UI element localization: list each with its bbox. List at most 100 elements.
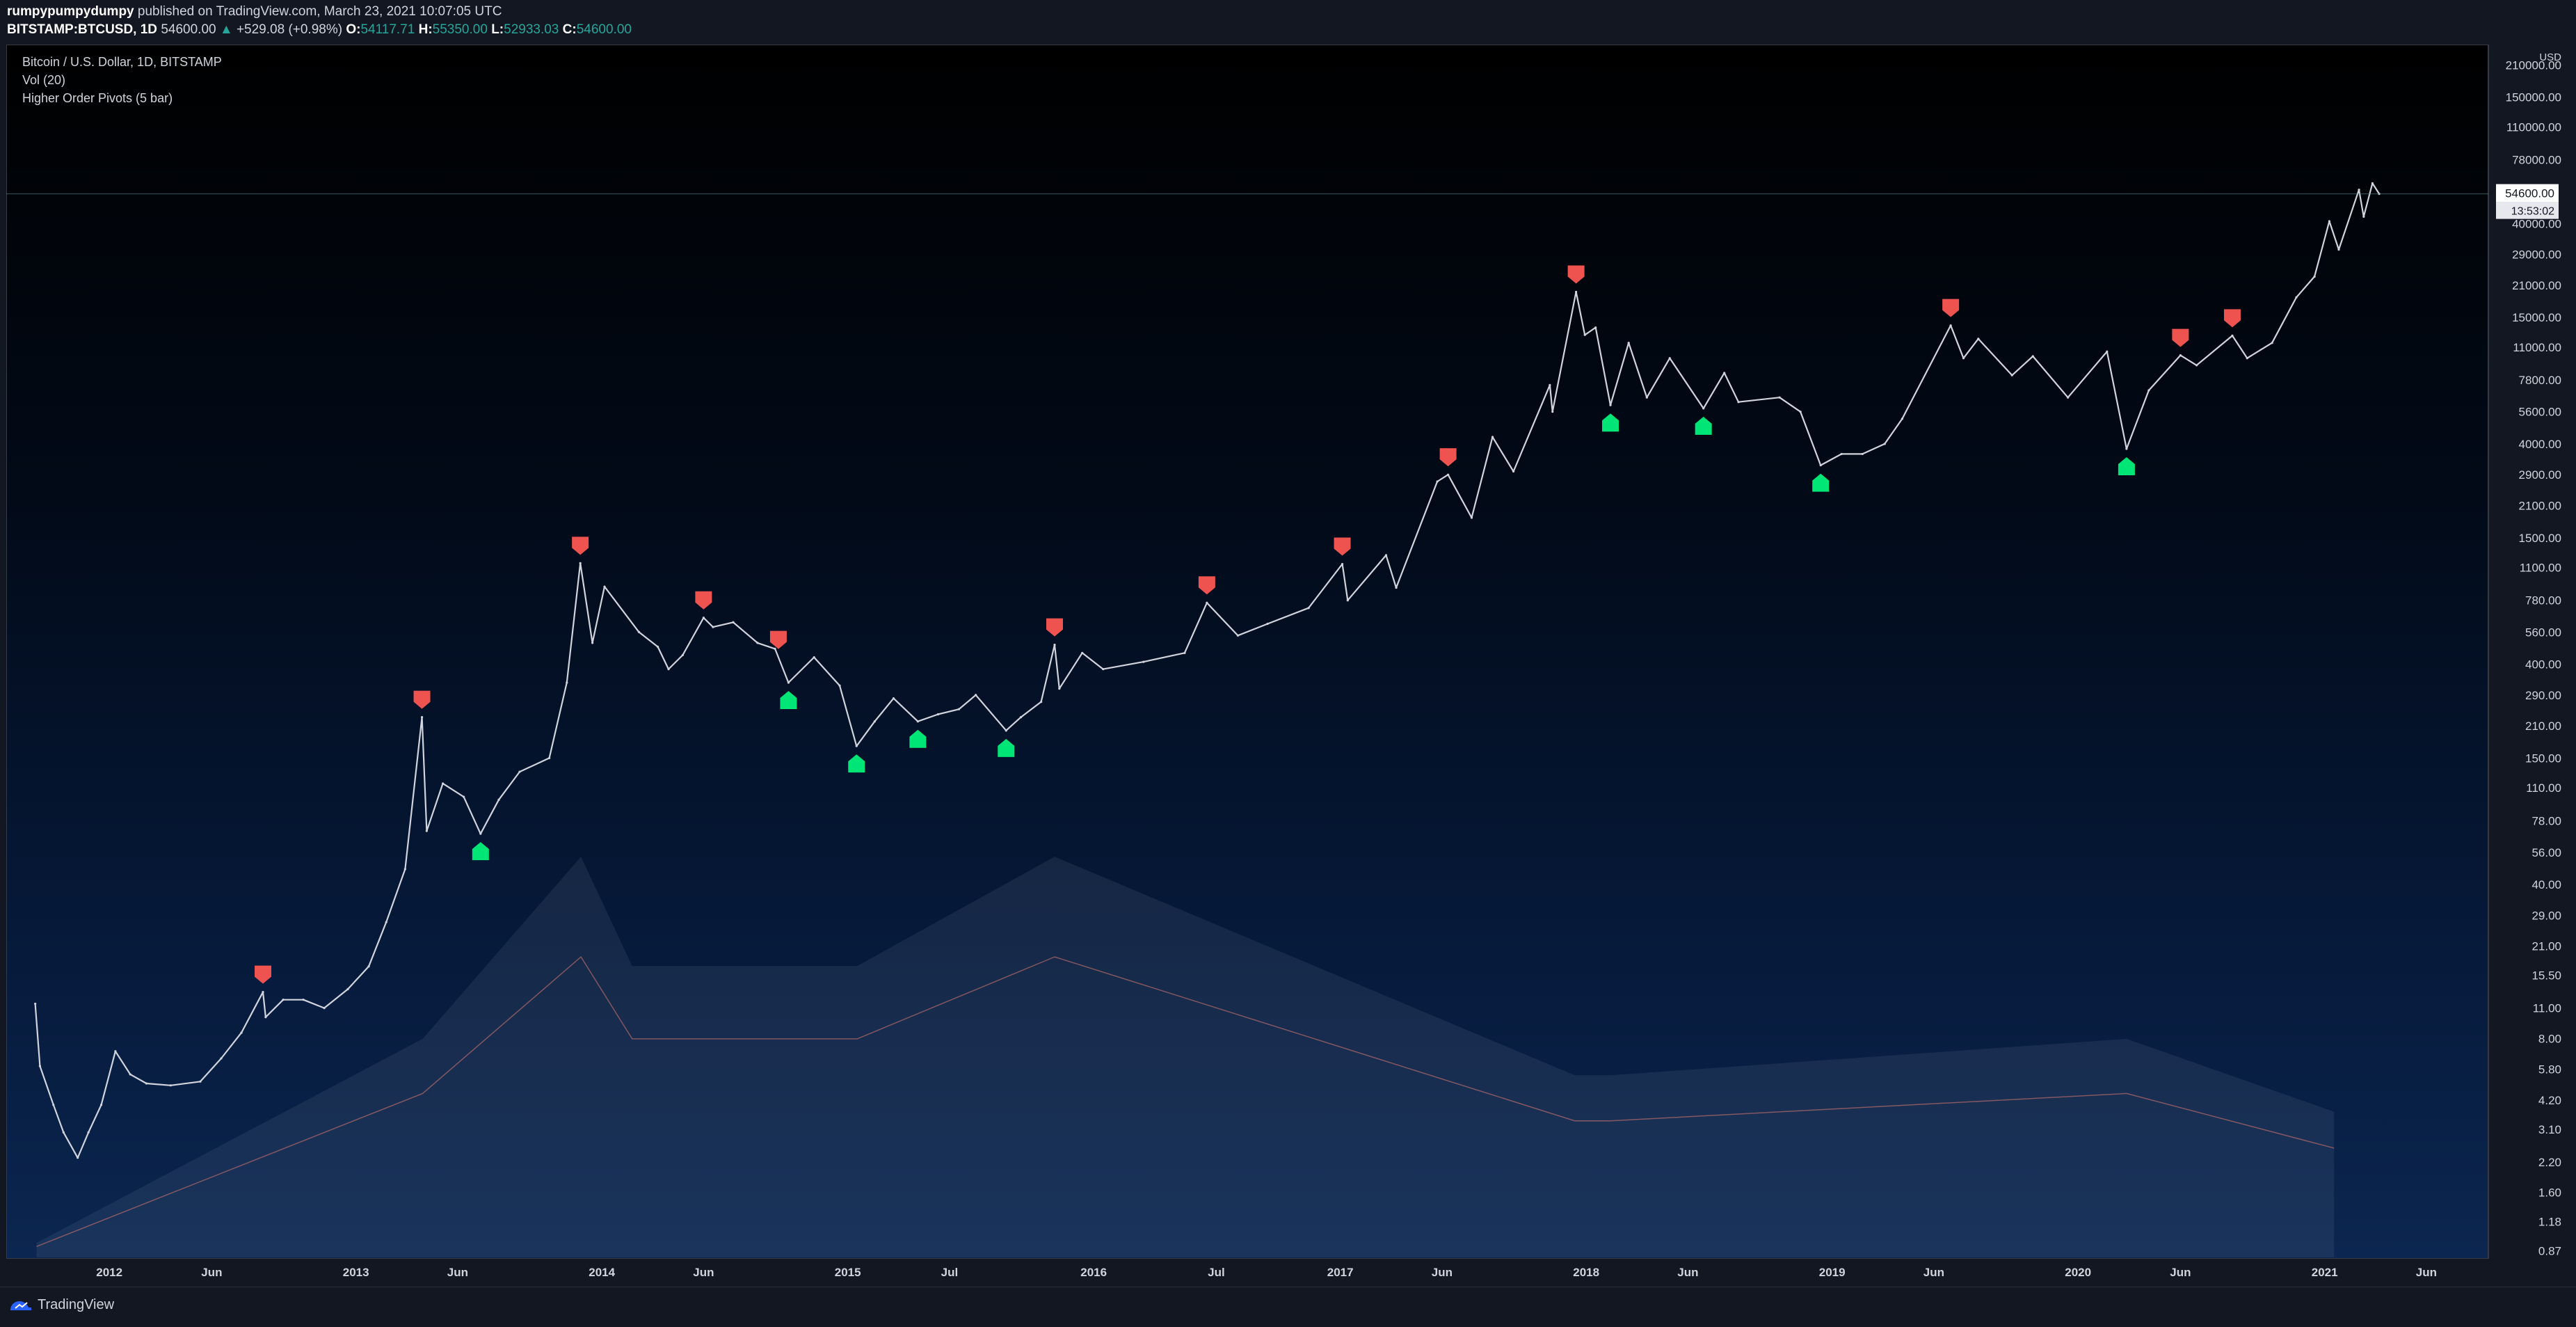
y-tick-label: 40000.00 [2512,217,2561,230]
price-point [497,798,500,801]
price-point [579,562,582,564]
price-point [302,999,305,1001]
x-tick-label: 2017 [1327,1266,1354,1279]
price-point [34,1002,37,1006]
price-point [1861,452,1864,456]
y-tick-label: 1500.00 [2519,532,2561,545]
pivot-low-marker [1812,473,1830,492]
y-tick-label: 2100.00 [2519,500,2561,513]
price-point [264,1016,267,1019]
y-tick-label: 5.80 [2538,1063,2561,1076]
price-point [1977,337,1980,340]
pivot-low-marker [909,729,927,748]
brand-label: TradingView [38,1297,115,1312]
pivot-layer [255,265,2241,984]
price-point [566,681,568,684]
x-tick-label: 2013 [343,1266,369,1279]
price-point [548,756,551,759]
price-point [479,832,482,835]
volume-layer [36,857,2335,1257]
pivot-high-marker [572,537,589,555]
price-point [2271,342,2273,344]
y-tick-label: 21.00 [2531,940,2561,953]
price-point [1183,651,1186,654]
pivot-low-marker [998,738,1015,757]
price-point [1081,651,1084,654]
y-tick-label: 4000.00 [2519,438,2561,451]
price-point [1142,660,1145,663]
price-point [1384,554,1388,557]
y-tick-label: 400.00 [2525,658,2561,672]
price-point [52,1104,55,1106]
price-point [656,645,659,649]
price-point [1702,407,1705,410]
price-point [1436,480,1439,483]
price-point [2337,248,2340,251]
price-point [1609,404,1612,406]
pivot-low-marker [780,690,797,709]
price-point [873,720,877,723]
price-point [1236,634,1240,637]
price-point [2371,182,2374,184]
x-tick-label: 2014 [589,1266,615,1279]
price-point [1512,470,1515,473]
price-point [732,621,735,623]
x-tick-label: Jun [2416,1266,2437,1279]
price-point [681,653,684,657]
y-tick-label: 1100.00 [2520,561,2561,574]
y-tick-label: 110.00 [2526,781,2561,795]
pivot-high-marker [1046,618,1064,637]
x-tick-label: 2021 [2312,1266,2338,1279]
price-point [2313,275,2316,278]
price-point [145,1082,148,1085]
price-point [975,694,977,697]
price-point [77,1157,79,1159]
price-point [2195,364,2198,367]
y-tick-label: 11000.00 [2513,341,2561,354]
price-point [712,626,714,628]
pivot-high-marker [1942,299,1960,317]
price-point [603,585,606,588]
price-point [385,921,387,923]
pivot-high-marker [769,630,787,649]
y-tick-label: 78000.00 [2512,154,2561,167]
price-point [62,1131,65,1134]
price-point [1627,342,1630,344]
price-point [1470,516,1473,519]
price-point [2362,215,2365,218]
price-point [114,1050,117,1053]
price-point [240,1031,243,1034]
price-point [262,991,264,994]
y-tick-label: 150.00 [2525,752,2561,765]
y-tick-label: 290.00 [2525,689,2561,702]
y-tick-label: 4.20 [2538,1094,2561,1107]
price-point [1307,607,1310,610]
pivot-low-marker [848,754,865,773]
price-point [667,667,670,671]
price-point [1819,464,1822,467]
price-point [441,782,445,785]
pivot-high-marker [1334,537,1351,556]
price-point [129,1073,131,1076]
tradingview-brand[interactable]: TradingView [8,1297,114,1313]
x-tick-label: Jun [2170,1266,2191,1279]
price-point [936,713,940,716]
price-point [1447,473,1450,476]
price-point [1549,383,1551,386]
price-point [892,697,895,700]
price-point [38,1065,42,1067]
y-tick-label: 0.87 [2538,1244,2561,1257]
price-point [1737,401,1740,404]
price-point [855,745,858,747]
y-tick-label: 40.00 [2531,878,2561,891]
pivot-low-marker [1602,413,1619,432]
price-point [2179,353,2182,357]
price-point [420,716,424,719]
price-point [1040,700,1043,704]
x-tick-label: 2015 [835,1266,861,1279]
price-point [1645,396,1648,399]
x-tick-label: Jun [693,1266,714,1279]
price-point [2358,189,2360,191]
price-point [87,1131,90,1134]
y-axis-unit: USD [2539,51,2561,63]
